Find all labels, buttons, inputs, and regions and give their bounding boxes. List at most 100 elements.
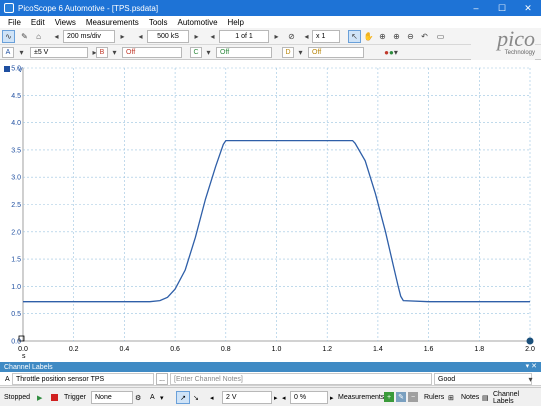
x-tick-label: 1.6 [424, 346, 434, 353]
y-tick-label: 3.5 [11, 147, 21, 154]
menu-file[interactable]: File [8, 18, 21, 27]
pico-logo: pico Technology [471, 28, 535, 60]
waveform-plot[interactable]: V 5.04.54.03.53.02.52.01.51.00.50.0 0.0 0… [0, 60, 541, 362]
trigger-channel-dropdown-icon[interactable]: ▾ [160, 391, 164, 404]
undo-zoom-icon[interactable]: ↶ [418, 30, 431, 43]
main-toolbar: ∿ ✎ ⌂ ◂ 200 ms/div ▸ ◂ 500 kS ▸ ◂ 1 of 1… [0, 28, 541, 45]
x-tick-label: 0.0 [18, 346, 28, 353]
panel-controls[interactable]: ▾ ✕ [526, 362, 537, 370]
rulers-label[interactable]: Rulers [424, 391, 444, 404]
probe-icon[interactable]: ✎ [18, 30, 31, 43]
trigger-label: Trigger [64, 394, 86, 401]
pretrigger-prev-icon[interactable]: ◂ [282, 391, 286, 404]
pointer-icon[interactable]: ↖ [348, 30, 361, 43]
threshold-next-icon[interactable]: ▸ [274, 391, 278, 404]
y-tick-label: 2.0 [11, 229, 21, 236]
scope-view[interactable]: V 5.0 4.5 4.0 3.5 3.0 2.5 2.0 1.5 1.0 0.5 0.0 0.0 0… [0, 60, 541, 362]
channel-c-button[interactable]: C [190, 47, 202, 58]
zoom-overview-icon[interactable]: ▭ [434, 30, 447, 43]
rulers-icon[interactable]: ⊞ [448, 391, 454, 404]
x-tick-label: 0.8 [221, 346, 231, 353]
channel-labels-toggle[interactable]: Channel Labels [493, 391, 541, 405]
trigger-settings-icon[interactable]: ⚙ [135, 391, 141, 404]
x-tick-label: 0.6 [170, 346, 180, 353]
channel-c-range-select[interactable]: Off [216, 47, 272, 58]
channel-d-button[interactable]: D [282, 47, 294, 58]
stop-icon [50, 394, 58, 401]
menu-views[interactable]: Views [55, 18, 76, 27]
y-tick-label: 1.5 [11, 257, 21, 264]
pretrigger-next-icon[interactable]: ▸ [330, 391, 334, 404]
channel-toolbar: A ▾ ±5 V ▸ B ▾ Off C ▾ Off D ▾ Off ● ● ▾ [0, 45, 541, 60]
channel-quality-select[interactable]: Good [434, 373, 532, 385]
page-prev-icon[interactable]: ◂ [206, 30, 219, 43]
minimize-button[interactable]: – [463, 0, 489, 16]
channel-name-browse-button[interactable]: ... [156, 373, 168, 385]
timebase-select[interactable]: 200 ms/div [63, 30, 115, 43]
channel-b-range-select[interactable]: Off [122, 47, 182, 58]
pretrigger-input[interactable]: 0 % [290, 391, 328, 404]
menu-help[interactable]: Help [228, 18, 244, 27]
samples-next-icon[interactable]: ▸ [190, 30, 203, 43]
samples-prev-icon[interactable]: ◂ [134, 30, 147, 43]
channel-colors-icon[interactable]: ● ● ▾ [377, 46, 405, 59]
run-icon[interactable]: ▶ [37, 391, 42, 404]
falling-edge-icon[interactable]: ↘ [193, 391, 199, 404]
logo-word: pico [497, 26, 535, 51]
x-tick-label: 1.0 [272, 346, 282, 353]
x-tick-label: 1.4 [373, 346, 383, 353]
window-title: PicoScope 6 Automotive - [TPS.psdata] [18, 3, 159, 13]
zoom-out-icon[interactable]: ⊖ [404, 30, 417, 43]
menu-measurements[interactable]: Measurements [86, 18, 139, 27]
channel-a-dropdown-icon[interactable]: ▾ [15, 46, 28, 59]
scope-mode-icon[interactable]: ∿ [2, 30, 15, 43]
zoom-area-icon[interactable]: ⊕ [376, 30, 389, 43]
menu-edit[interactable]: Edit [31, 18, 45, 27]
trigger-mode-select[interactable]: None [91, 391, 133, 404]
zoom-in-icon[interactable]: ⊕ [390, 30, 403, 43]
samples-select[interactable]: 500 kS [147, 30, 189, 43]
title-bar: PicoScope 6 Automotive - [TPS.psdata] – … [0, 0, 541, 16]
channel-notes-input[interactable]: [Enter Channel Notes] [170, 373, 432, 385]
channel-labels-header: Channel Labels ▾ ✕ [0, 362, 541, 372]
y-tick-label: 0.0 [11, 339, 21, 346]
hand-icon[interactable]: ✋ [362, 30, 375, 43]
channel-a-range-select[interactable]: ±5 V [30, 47, 88, 58]
notes-label[interactable]: Notes [461, 391, 479, 404]
channel-b-button[interactable]: B [96, 47, 108, 58]
menu-tools[interactable]: Tools [149, 18, 168, 27]
edit-measurement-icon[interactable]: ✎ [396, 392, 406, 402]
x-unit-label: s [22, 353, 26, 360]
channel-name-input[interactable]: Throttle position sensor TPS [12, 373, 154, 385]
channel-b-dropdown-icon[interactable]: ▾ [108, 46, 121, 59]
rising-edge-icon[interactable]: ↗ [176, 391, 190, 404]
notes-icon[interactable]: ▤ [482, 391, 489, 404]
x-tick-label: 0.4 [120, 346, 130, 353]
page-indicator: 1 of 1 [219, 30, 269, 43]
page-next-icon[interactable]: ▸ [270, 30, 283, 43]
menu-automotive[interactable]: Automotive [178, 18, 218, 27]
add-measurement-icon[interactable]: + [384, 392, 394, 402]
x-tick-label: 2.0 [525, 346, 535, 353]
measurements-label: Measurements [338, 394, 385, 401]
quality-dropdown-icon[interactable]: ▾ [524, 373, 537, 386]
y-tick-label: 1.0 [11, 284, 21, 291]
stop-button[interactable] [49, 391, 59, 404]
close-button[interactable]: ✕ [515, 0, 541, 16]
maximize-button[interactable]: ☐ [489, 0, 515, 16]
zoom-select[interactable]: x 1 [312, 30, 340, 43]
x-tick-label: 0.2 [69, 346, 79, 353]
timebase-next-icon[interactable]: ▸ [116, 30, 129, 43]
delete-measurement-icon[interactable]: − [408, 392, 418, 402]
ruler-handle-icon[interactable] [526, 337, 534, 345]
threshold-prev-icon[interactable]: ◂ [210, 391, 214, 404]
channel-d-range-select[interactable]: Off [308, 47, 364, 58]
timebase-prev-icon[interactable]: ◂ [50, 30, 63, 43]
channel-c-dropdown-icon[interactable]: ▾ [202, 46, 215, 59]
channel-a-button[interactable]: A [2, 47, 14, 58]
home-icon[interactable]: ⌂ [32, 30, 45, 43]
channel-d-dropdown-icon[interactable]: ▾ [294, 46, 307, 59]
trigger-channel-select[interactable]: A [150, 391, 155, 404]
nav-icon[interactable]: ⊘ [285, 30, 298, 43]
trigger-threshold-input[interactable]: 2 V [222, 391, 272, 404]
